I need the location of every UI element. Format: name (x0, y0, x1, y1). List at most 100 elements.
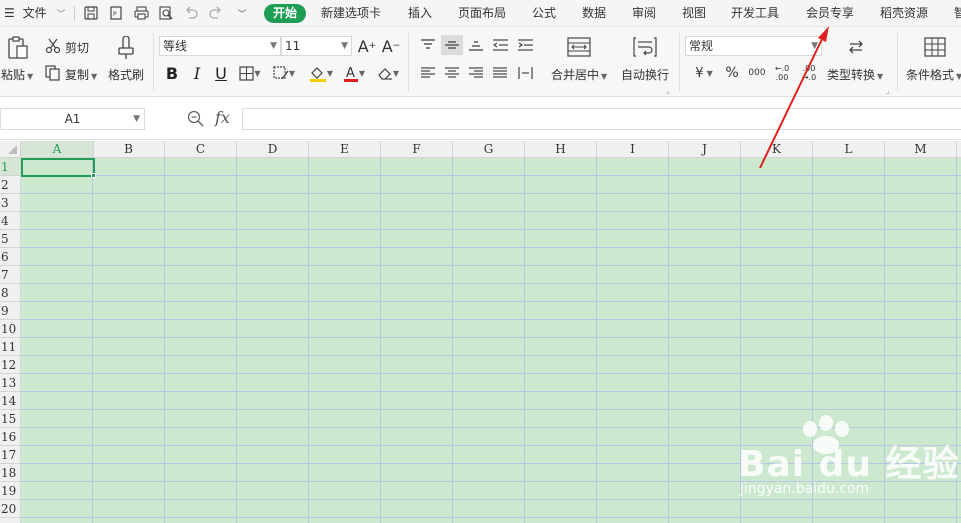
tab-docer-resources[interactable]: 稻壳资源 (880, 0, 928, 27)
row-header-3[interactable]: 3 (0, 194, 20, 212)
merge-center-icon[interactable] (566, 36, 592, 58)
tab-developer[interactable]: 开发工具 (731, 0, 779, 27)
row-header-14[interactable]: 14 (0, 392, 20, 410)
distribute-icon[interactable] (515, 64, 535, 82)
select-all-corner[interactable] (0, 141, 21, 158)
scissors-icon[interactable] (44, 37, 62, 55)
column-header-c[interactable]: C (165, 141, 237, 157)
dialog-launcher-icon[interactable]: ⌟ (886, 86, 890, 95)
align-bottom-icon[interactable] (466, 36, 486, 54)
cell-style-icon[interactable]: ▼ (270, 64, 298, 82)
borders-icon[interactable]: ▼ (237, 64, 263, 82)
file-menu[interactable]: ☰ 文件 ﹀ (4, 0, 65, 27)
cut-button[interactable]: 剪切 (65, 39, 89, 56)
justify-icon[interactable] (490, 64, 510, 82)
row-header-18[interactable]: 18 (0, 464, 20, 482)
undo-icon[interactable] (182, 4, 200, 22)
column-header-l[interactable]: L (813, 141, 885, 157)
redo-icon[interactable] (207, 4, 225, 22)
save-icon[interactable] (82, 4, 100, 22)
row-header-6[interactable]: 6 (0, 248, 20, 266)
copy-icon[interactable] (44, 64, 62, 82)
row-header-13[interactable]: 13 (0, 374, 20, 392)
underline-icon[interactable]: U (213, 64, 229, 83)
print-icon[interactable] (132, 4, 150, 22)
tab-smart[interactable]: 智 (954, 0, 961, 27)
row-header-4[interactable]: 4 (0, 212, 20, 230)
format-painter-icon[interactable] (114, 35, 138, 61)
align-left-icon[interactable] (418, 64, 438, 82)
column-header-i[interactable]: I (597, 141, 669, 157)
export-pdf-icon[interactable]: P (107, 4, 125, 22)
tab-page-layout[interactable]: 页面布局 (458, 0, 506, 27)
column-header-a[interactable]: A (21, 141, 94, 157)
increase-decimal-icon[interactable]: ←.0.00 (772, 62, 792, 84)
dialog-launcher-icon[interactable]: ⌟ (666, 86, 670, 95)
row-header-5[interactable]: 5 (0, 230, 20, 248)
fill-color-icon[interactable]: ▼ (306, 64, 336, 82)
row-header-9[interactable]: 9 (0, 302, 20, 320)
wrap-text-icon[interactable] (632, 36, 658, 58)
row-header-16[interactable]: 16 (0, 428, 20, 446)
conditional-format-button[interactable]: 条件格式 ▼ (906, 66, 961, 83)
column-header-g[interactable]: G (453, 141, 525, 157)
column-header-h[interactable]: H (525, 141, 597, 157)
sheet-cells[interactable] (21, 158, 961, 523)
print-preview-icon[interactable] (157, 4, 175, 22)
row-header-15[interactable]: 15 (0, 410, 20, 428)
fill-handle[interactable] (91, 173, 96, 178)
row-header-8[interactable]: 8 (0, 284, 20, 302)
font-color-icon[interactable]: A ▼ (340, 64, 368, 82)
tab-start[interactable]: 开始 (264, 4, 306, 23)
row-header-12[interactable]: 12 (0, 356, 20, 374)
paste-button[interactable]: 粘贴 ▼ (1, 66, 33, 83)
tab-member[interactable]: 会员专享 (806, 0, 854, 27)
decrease-indent-icon[interactable] (490, 36, 510, 54)
align-center-icon[interactable] (442, 64, 462, 82)
font-size-select[interactable]: 11 ▼ (281, 36, 352, 56)
tab-insert[interactable]: 插入 (408, 0, 432, 27)
column-header-k[interactable]: K (741, 141, 813, 157)
format-painter-button[interactable]: 格式刷 (108, 66, 144, 83)
column-header-f[interactable]: F (381, 141, 453, 157)
column-header-j[interactable]: J (669, 141, 741, 157)
tab-data[interactable]: 数据 (582, 0, 606, 27)
insert-function-button[interactable]: fx (215, 108, 230, 127)
row-header-11[interactable]: 11 (0, 338, 20, 356)
active-cell-a1[interactable] (21, 158, 95, 177)
zoom-lookup-icon[interactable] (187, 110, 205, 128)
type-convert-icon[interactable] (843, 36, 869, 58)
wrap-text-button[interactable]: 自动换行 (621, 66, 669, 83)
currency-format-icon[interactable]: ¥ ▼ (690, 64, 718, 82)
row-header-1[interactable]: 1 (0, 158, 20, 176)
tab-new-tab[interactable]: 新建选项卡 (321, 0, 381, 27)
tab-view[interactable]: 视图 (682, 0, 706, 27)
decrease-decimal-icon[interactable]: .00 →.0 (798, 62, 820, 84)
type-convert-button[interactable]: 类型转换 ▼ (827, 66, 883, 83)
increase-font-icon[interactable]: A + (358, 36, 377, 56)
bold-icon[interactable]: B (164, 64, 180, 83)
align-right-icon[interactable] (466, 64, 486, 82)
row-header-17[interactable]: 17 (0, 446, 20, 464)
align-middle-icon[interactable] (441, 35, 463, 55)
paste-icon[interactable] (6, 35, 30, 61)
row-header-19[interactable]: 19 (0, 482, 20, 500)
row-header-7[interactable]: 7 (0, 266, 20, 284)
column-header-e[interactable]: E (309, 141, 381, 157)
copy-button[interactable]: 复制 ▼ (65, 66, 97, 83)
name-box[interactable]: A1 ▼ (0, 108, 145, 130)
column-header-d[interactable]: D (237, 141, 309, 157)
number-format-select[interactable]: 常规 ▼ (685, 36, 822, 56)
increase-indent-icon[interactable] (515, 36, 535, 54)
merge-center-button[interactable]: 合并居中 ▼ (551, 66, 607, 83)
row-header-10[interactable]: 10 (0, 320, 20, 338)
row-header-2[interactable]: 2 (0, 176, 20, 194)
font-name-select[interactable]: 等线 ▼ (159, 36, 281, 56)
align-top-icon[interactable] (418, 36, 438, 54)
thousands-separator-icon[interactable]: 000 (746, 64, 768, 82)
column-header-b[interactable]: B (93, 141, 165, 157)
conditional-format-icon[interactable] (922, 36, 948, 58)
tab-review[interactable]: 审阅 (632, 0, 656, 27)
tab-formulas[interactable]: 公式 (532, 0, 556, 27)
italic-icon[interactable]: I (189, 64, 205, 83)
